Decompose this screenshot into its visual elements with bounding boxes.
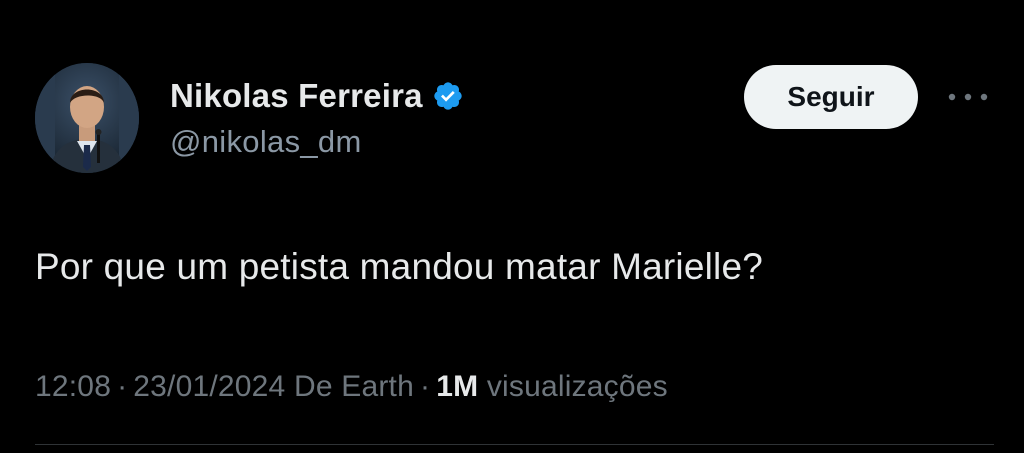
meta-separator-2: · bbox=[419, 370, 431, 403]
verified-badge-icon bbox=[432, 80, 464, 112]
tweet-text: Por que um petista mandou matar Marielle… bbox=[35, 246, 764, 287]
divider bbox=[35, 444, 994, 445]
tweet-time[interactable]: 12:08 bbox=[35, 370, 111, 403]
avatar-photo bbox=[35, 63, 139, 173]
author-handle[interactable]: @nikolas_dm bbox=[170, 124, 464, 160]
more-options-icon[interactable] bbox=[944, 82, 992, 112]
tweet-metadata: 12:08 · 23/01/2024 De Earth · 1M visualizaçõ… bbox=[35, 370, 668, 404]
tweet-card: Nikolas Ferreira @nikolas_dm Seguir Por … bbox=[0, 0, 1024, 453]
tweet-date[interactable]: 23/01/2024 bbox=[133, 370, 285, 403]
name-row: Nikolas Ferreira bbox=[170, 74, 464, 118]
author-display-name[interactable]: Nikolas Ferreira bbox=[170, 77, 423, 115]
follow-button[interactable]: Seguir bbox=[744, 65, 918, 129]
views-label: visualizações bbox=[486, 370, 668, 403]
meta-separator: · bbox=[117, 370, 128, 403]
views-count[interactable]: 1M bbox=[436, 370, 478, 403]
author-info: Nikolas Ferreira @nikolas_dm bbox=[170, 74, 464, 160]
tweet-source: De Earth bbox=[293, 370, 414, 403]
avatar[interactable] bbox=[35, 63, 139, 173]
